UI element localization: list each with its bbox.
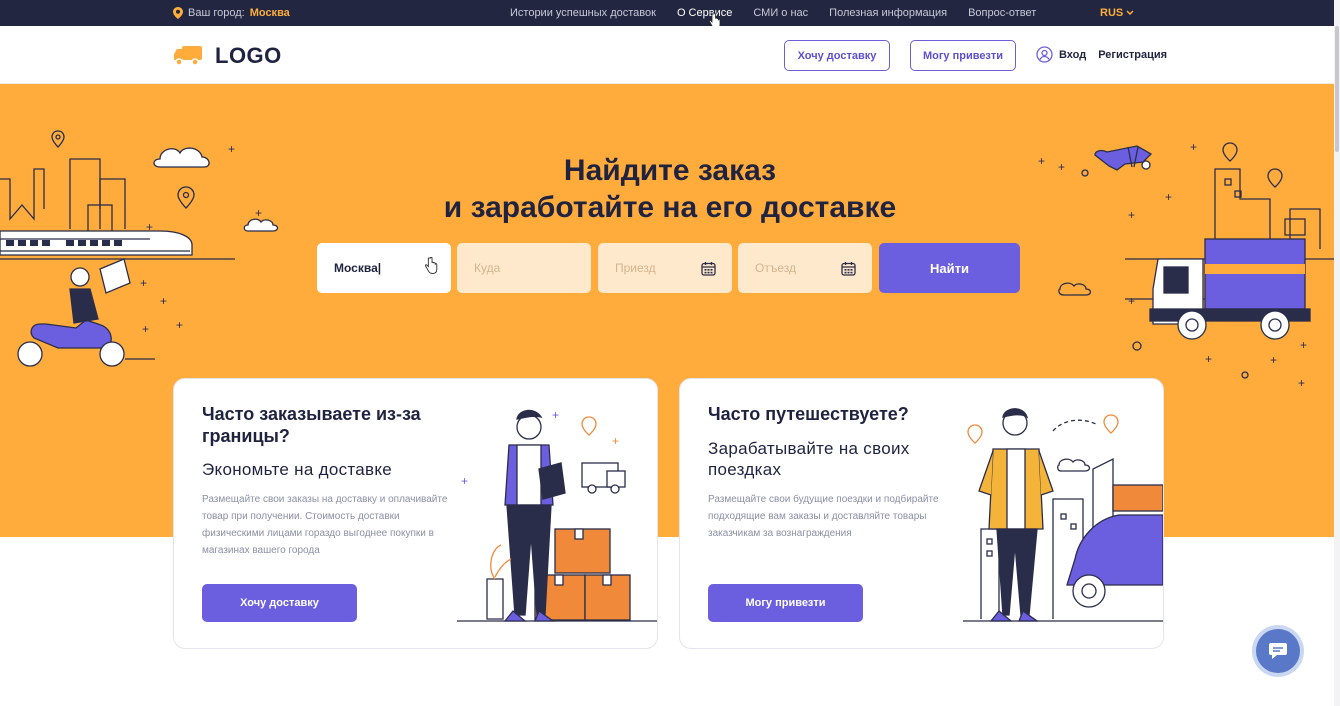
top-bar: Ваш город: Москва Истории успешных доста… xyxy=(0,0,1340,29)
main-header: LOGO Хочу доставку Могу привезти Вход Ре… xyxy=(0,26,1340,84)
user-icon xyxy=(1036,46,1053,63)
language-value: RUS xyxy=(1100,7,1124,19)
hero-title-line1: Найдите заказ xyxy=(563,154,777,187)
can-bring-card-button[interactable]: Могу привезти xyxy=(708,584,863,622)
card-title: Часто путешествуете? xyxy=(708,404,909,424)
register-link[interactable]: Регистрация xyxy=(1098,49,1167,61)
location-pin-icon xyxy=(173,7,183,19)
scrollbar-thumb[interactable] xyxy=(1335,26,1339,152)
svg-text:+: + xyxy=(176,318,183,332)
chat-icon xyxy=(1269,643,1287,659)
truck-logo-icon xyxy=(174,46,202,66)
card-text: Размещайте свои будущие поездки и подбир… xyxy=(708,494,939,539)
svg-text:+: + xyxy=(1300,338,1307,352)
card-order-abroad: Часто заказываете из-за границы? Экономь… xyxy=(173,378,658,649)
logo-text: LOGO xyxy=(215,43,282,68)
card-title: Часто заказываете из-за границы? xyxy=(202,404,421,446)
nav-media[interactable]: СМИ о нас xyxy=(753,7,808,19)
svg-text:+: + xyxy=(1298,376,1305,390)
traveler-with-car-illustration xyxy=(963,408,1163,622)
from-input[interactable]: Москва| xyxy=(317,243,451,293)
want-delivery-button[interactable]: Хочу доставку xyxy=(784,40,890,71)
to-input-placeholder: Куда xyxy=(474,261,501,275)
top-nav: Истории успешных доставок О Сервисе СМИ … xyxy=(510,0,1057,26)
card-text: Размещайте свои заказы на доставку и опл… xyxy=(202,494,448,556)
can-bring-button[interactable]: Могу привезти xyxy=(910,40,1016,71)
departure-date-input[interactable]: Отъезд xyxy=(738,243,872,293)
auth-links: Вход Регистрация xyxy=(1036,46,1167,63)
svg-text:+: + xyxy=(142,322,149,336)
departure-placeholder: Отъезд xyxy=(755,261,796,275)
svg-text:+: + xyxy=(1128,294,1135,308)
calendar-icon[interactable] xyxy=(841,261,856,276)
hero-title: Найдите заказ и заработайте на его доста… xyxy=(0,152,1340,226)
login-link[interactable]: Вход xyxy=(1059,49,1086,61)
card-frequent-traveler: Часто путешествуете? Зарабатывайте на св… xyxy=(679,378,1164,649)
card-subtitle: Экономьте на доставке xyxy=(202,460,393,479)
calendar-icon[interactable] xyxy=(701,261,716,276)
nav-useful-info[interactable]: Полезная информация xyxy=(829,7,947,19)
arrival-date-input[interactable]: Приезд xyxy=(598,243,732,293)
card-subtitle: Зарабатывайте на своих поездках xyxy=(708,439,910,479)
arrival-placeholder: Приезд xyxy=(615,261,656,275)
nav-success-stories[interactable]: Истории успешных доставок xyxy=(510,7,656,19)
courier-with-boxes-illustration: + + + xyxy=(457,408,657,622)
logo[interactable]: LOGO xyxy=(173,43,282,69)
svg-text:+: + xyxy=(140,276,147,290)
hand-cursor-icon xyxy=(425,257,438,274)
city-selector[interactable]: Ваш город: Москва xyxy=(173,0,290,26)
svg-text:+: + xyxy=(1205,352,1212,366)
svg-text:+: + xyxy=(552,408,559,422)
nav-faq[interactable]: Вопрос-ответ xyxy=(968,7,1036,19)
from-input-value: Москва| xyxy=(334,261,382,275)
svg-text:+: + xyxy=(612,434,619,448)
want-delivery-card-button[interactable]: Хочу доставку xyxy=(202,584,357,622)
chevron-down-icon xyxy=(1126,10,1134,16)
nav-about-service[interactable]: О Сервисе xyxy=(677,7,732,19)
page-scrollbar[interactable] xyxy=(1334,0,1340,706)
language-selector[interactable]: RUS xyxy=(1100,0,1134,26)
chat-button[interactable] xyxy=(1256,629,1300,673)
svg-text:+: + xyxy=(461,474,468,488)
city-label: Ваш город: xyxy=(188,7,245,19)
svg-text:+: + xyxy=(1270,353,1277,367)
city-value[interactable]: Москва xyxy=(250,7,290,19)
hero-title-line2: и заработайте на его доставке xyxy=(443,191,897,224)
to-input[interactable]: Куда xyxy=(457,243,591,293)
svg-text:+: + xyxy=(160,294,167,308)
find-button[interactable]: Найти xyxy=(879,243,1020,293)
